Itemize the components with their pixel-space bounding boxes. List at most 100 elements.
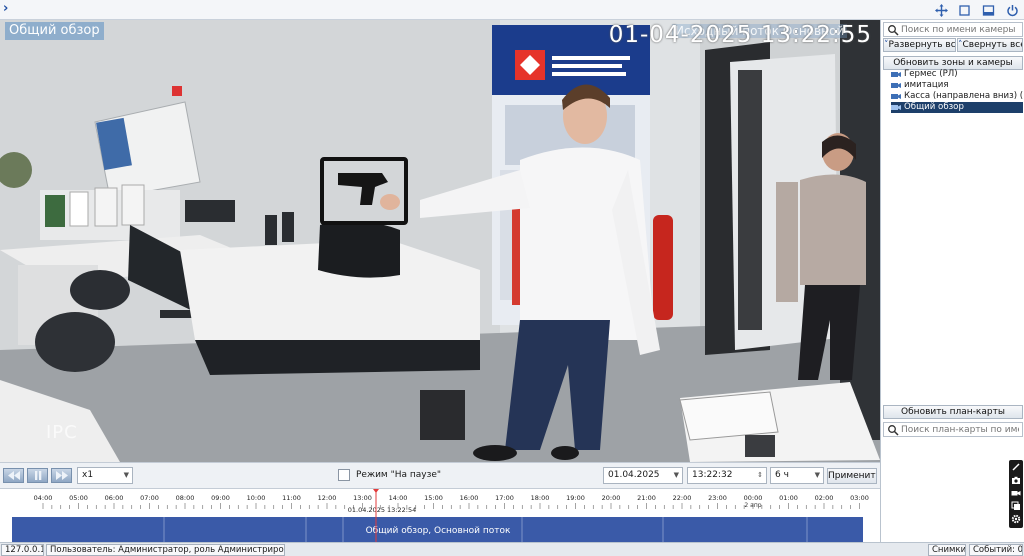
timeline-tick-label: 15:00 — [424, 494, 443, 502]
timeline-tick-label: 07:00 — [140, 494, 159, 502]
timeline-ruler[interactable]: 04:00 05:00 06:00 07:00 08:00 09:00 10:00 11:00… — [0, 489, 880, 543]
tree-item-camera-selected[interactable]: Общий обзор — [891, 102, 1023, 113]
chevron-down-icon: ▼ — [673, 471, 679, 479]
timeline-tick-label: 01:00 — [779, 494, 798, 502]
video-camera-icon[interactable] — [1009, 486, 1023, 499]
pen-icon[interactable] — [1009, 460, 1023, 473]
events-counter[interactable]: Событий: 0 — [969, 544, 1023, 556]
refresh-zones-button[interactable]: Обновить зоны и камеры — [883, 56, 1023, 70]
time-value: 13:22:32 — [692, 470, 733, 480]
timeline-tick-label: 22:00 — [673, 494, 692, 502]
timeline-tick-label: 11:00 — [282, 494, 301, 502]
rewind-button[interactable] — [3, 468, 24, 483]
pause-icon — [34, 471, 41, 480]
timeline-tick-label: 04:00 — [34, 494, 53, 502]
timeline-tick-label: 19:00 — [566, 494, 585, 502]
tree-item-label: Гермес (РЛ) — [904, 69, 958, 79]
pause-button[interactable] — [27, 468, 48, 483]
minimize-icon[interactable] — [982, 4, 995, 17]
timeline-tick-label: 09:00 — [211, 494, 230, 502]
tree-item-camera[interactable]: Касса (направлена вниз) (Г... — [891, 91, 1023, 102]
pause-mode-label: Режим "На паузе" — [356, 470, 442, 480]
right-panel: ˅Развернуть все ˄Свернуть все Обновить з… — [880, 20, 1024, 542]
timeline-tick-label: 00:00 — [744, 494, 763, 502]
pause-mode-checkbox[interactable] — [338, 469, 350, 481]
rewind-icon — [7, 471, 20, 480]
camera-search-input[interactable] — [901, 24, 1019, 35]
date-picker[interactable]: 01.04.2025 ▼ — [603, 467, 683, 484]
window-icon[interactable] — [958, 4, 971, 17]
timeline-tick-label: 05:00 — [69, 494, 88, 502]
timeline-tick-label: 17:00 — [495, 494, 514, 502]
expand-all-label: Развернуть все — [888, 40, 956, 50]
camera-icon — [891, 105, 901, 110]
snapshots-button[interactable]: Снимки — [928, 544, 966, 556]
tree-item-label: Касса (направлена вниз) (Г... — [904, 91, 1023, 101]
timeline-tick-label: 14:00 — [389, 494, 408, 502]
range-select[interactable]: 6 ч ▼ — [770, 467, 824, 484]
search-icon — [888, 424, 899, 436]
timeline-tick-label: 10:00 — [247, 494, 266, 502]
snapshot-camera-icon[interactable] — [1009, 473, 1023, 486]
speed-select[interactable]: x1 ▼ — [77, 467, 133, 484]
speed-value: x1 — [82, 470, 94, 480]
time-picker[interactable]: 13:22:32 ⇕ — [687, 467, 767, 484]
chevron-right-icon[interactable]: › — [3, 2, 15, 16]
gear-icon[interactable] — [1009, 512, 1023, 525]
camera-icon — [891, 72, 901, 77]
camera-scene-image — [0, 20, 880, 462]
timeline-tick-label: 06:00 — [105, 494, 124, 502]
move-icon[interactable] — [935, 4, 948, 17]
app-window: › Общий обзор Исходный поток Основной 01… — [0, 0, 1024, 556]
tree-item-camera[interactable]: имитация — [891, 80, 1023, 91]
osd-camera-title: Общий обзор — [5, 22, 104, 40]
map-search-box[interactable] — [883, 422, 1023, 437]
side-toolbar — [1009, 460, 1023, 528]
camera-video-view[interactable]: Общий обзор Исходный поток Основной 01-0… — [0, 20, 880, 462]
camera-icon — [891, 94, 901, 99]
status-ip: 127.0.0.1 — [1, 544, 44, 556]
timeline-tick-label: 03:00 — [850, 494, 869, 502]
collapse-all-button[interactable]: ˄Свернуть все — [957, 38, 1023, 52]
osd-timestamp: 01-04-2025 13:22:55 — [608, 22, 872, 48]
map-search-input[interactable] — [901, 424, 1019, 435]
power-icon[interactable] — [1006, 4, 1019, 17]
osd-watermark: IPC — [46, 422, 78, 443]
top-toolbar: › — [0, 0, 1024, 20]
cursor-handle[interactable] — [373, 489, 379, 493]
track-label: Общий обзор, Основной поток — [366, 526, 511, 536]
timeline[interactable]: 04:00 05:00 06:00 07:00 08:00 09:00 10:00 11:00… — [0, 488, 880, 543]
camera-search-box[interactable] — [883, 22, 1023, 37]
timeline-tick-label: 16:00 — [460, 494, 479, 502]
chevron-down-icon: ▼ — [123, 471, 129, 479]
timeline-tick-label: 23:00 — [708, 494, 727, 502]
spinner-icon: ⇕ — [757, 471, 763, 479]
status-bar: 127.0.0.1 Пользователь: Администратор, р… — [0, 542, 1024, 556]
camera-tree: Гермес (РЛ) имитация Касса (направлена в… — [891, 69, 1023, 113]
range-value: 6 ч — [775, 470, 789, 480]
timeline-tick-label: 12:00 — [318, 494, 337, 502]
expand-all-button[interactable]: ˅Развернуть все — [883, 38, 956, 52]
timeline-tick-label: 13:00 — [353, 494, 372, 502]
copy-icon[interactable] — [1009, 499, 1023, 512]
search-icon — [888, 24, 899, 36]
tree-item-label: имитация — [904, 80, 949, 90]
fast-forward-icon — [55, 471, 68, 480]
timeline-tick-label: 21:00 — [637, 494, 656, 502]
tree-item-label: Общий обзор — [904, 102, 964, 112]
date-value: 01.04.2025 — [608, 470, 660, 480]
timeline-tick-label: 18:00 — [531, 494, 550, 502]
timeline-tick-label: 08:00 — [176, 494, 195, 502]
day-label: 2 апр — [744, 502, 761, 509]
tree-item-camera[interactable]: Гермес (РЛ) — [891, 69, 1023, 80]
playback-controls: x1 ▼ Режим "На паузе" 01.04.2025 ▼ 13:22… — [0, 462, 880, 488]
timeline-tick-label: 20:00 — [602, 494, 621, 502]
chevron-down-icon: ▼ — [814, 471, 820, 479]
collapse-all-label: Свернуть все — [962, 40, 1023, 50]
cursor-time-label: 01.04.2025 13:22:54 — [348, 506, 416, 514]
refresh-maps-button[interactable]: Обновить план-карты — [883, 405, 1023, 419]
apply-button[interactable]: Применить — [827, 468, 877, 484]
fast-forward-button[interactable] — [51, 468, 72, 483]
timeline-tick-label: 02:00 — [815, 494, 834, 502]
status-user: Пользователь: Администратор, роль Админи… — [46, 544, 285, 556]
